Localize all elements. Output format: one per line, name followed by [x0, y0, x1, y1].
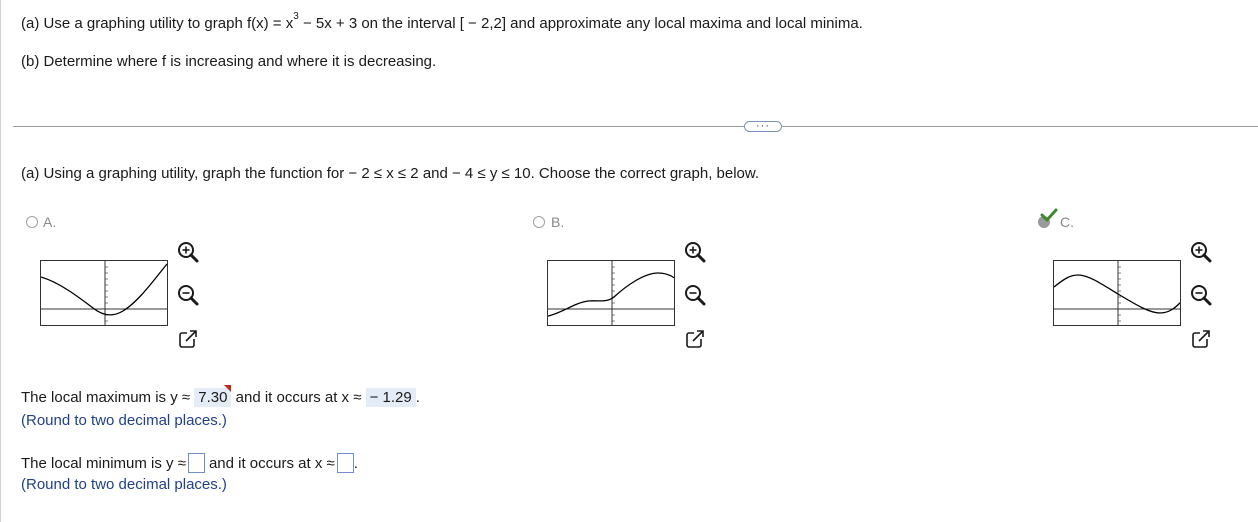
question-part-a-text: (a) Use a graphing utility to graph f(x)… [21, 15, 294, 32]
zoom-in-icon[interactable] [683, 240, 707, 264]
local-min-row: The local minimum is y ≈ and it occurs a… [21, 453, 358, 473]
checkmark-icon [1040, 208, 1058, 222]
curve-a [41, 263, 167, 316]
local-min-y-input[interactable] [187, 453, 205, 473]
option-c-graph[interactable] [1053, 260, 1181, 326]
divider [13, 126, 1258, 127]
open-new-window-icon[interactable] [1189, 327, 1213, 351]
incorrect-marker [224, 385, 232, 392]
option-a-label: A. [43, 214, 57, 230]
open-new-window-icon[interactable] [176, 327, 200, 351]
zoom-in-icon[interactable] [176, 240, 200, 264]
local-max-x-answer[interactable]: − 1.29 [365, 388, 416, 407]
zoom-out-icon[interactable] [683, 283, 707, 307]
option-b-graph[interactable] [547, 260, 675, 326]
local-min-x-input[interactable] [336, 453, 354, 473]
page-left-border [0, 0, 1, 522]
zoom-in-icon[interactable] [1189, 240, 1213, 264]
local-max-y-value: 7.30 [198, 389, 228, 406]
local-max-y-answer[interactable]: 7.30 [194, 385, 232, 407]
question-part-a-rest: − 5x + 3 on the interval [ − 2,2] and ap… [298, 15, 863, 32]
local-max-row: The local maximum is y ≈ 7.30 and it occ… [21, 385, 420, 407]
exponent: 3 [293, 11, 299, 22]
option-c-label: C. [1060, 214, 1074, 230]
instruction-text: (a) Using a graphing utility, graph the … [21, 165, 760, 182]
local-min-middle: and it occurs at x ≈ [208, 454, 335, 472]
zoom-out-icon[interactable] [176, 283, 200, 307]
local-min-suffix: . [353, 454, 358, 472]
local-min-prefix: The local minimum is y ≈ [21, 454, 186, 472]
local-max-hint: (Round to two decimal places.) [21, 412, 227, 429]
local-max-middle: and it occurs at x ≈ [235, 389, 362, 406]
option-a-graph[interactable] [40, 260, 168, 326]
local-min-hint: (Round to two decimal places.) [21, 476, 227, 493]
zoom-out-icon[interactable] [1189, 283, 1213, 307]
option-b-label: B. [551, 214, 565, 230]
more-button[interactable]: ··· [744, 121, 782, 132]
question-part-b: (b) Determine where f is increasing and … [21, 53, 437, 70]
question-part-a: (a) Use a graphing utility to graph f(x)… [21, 11, 863, 32]
option-b-radio[interactable] [533, 216, 545, 228]
local-max-suffix: . [415, 389, 420, 406]
local-max-prefix: The local maximum is y ≈ [21, 389, 191, 406]
option-a-radio[interactable] [26, 216, 38, 228]
open-new-window-icon[interactable] [683, 327, 707, 351]
